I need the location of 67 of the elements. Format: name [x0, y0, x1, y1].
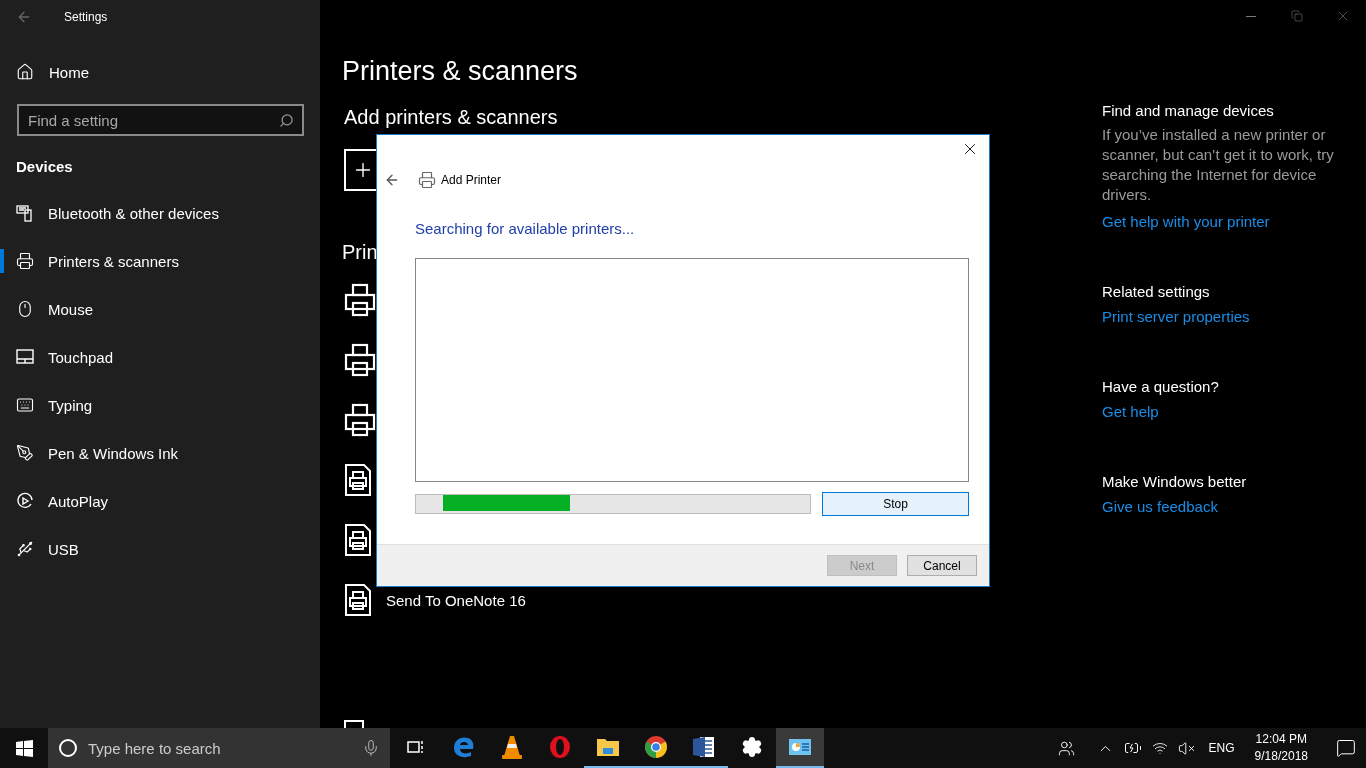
- windows-logo-icon: [15, 739, 33, 757]
- section-heading: Prin: [342, 241, 379, 264]
- restore-icon: [1291, 10, 1303, 22]
- nav-item[interactable]: Mouse: [0, 285, 320, 333]
- nav-item[interactable]: Touchpad: [0, 333, 320, 381]
- help-link[interactable]: Print server properties: [1102, 308, 1250, 325]
- help-link[interactable]: Get help: [1102, 403, 1159, 420]
- document-printer-icon: [344, 523, 372, 557]
- people-icon[interactable]: [1057, 739, 1075, 757]
- circle-icon: [58, 738, 78, 758]
- nav-item[interactable]: USB: [0, 525, 320, 573]
- window-title: Settings: [64, 10, 108, 24]
- home-link[interactable]: Home: [0, 34, 320, 90]
- nav-item[interactable]: Bluetooth & other devices: [0, 189, 320, 237]
- language-indicator[interactable]: ENG: [1208, 741, 1235, 755]
- touchpad-icon: [16, 349, 34, 365]
- usb-icon: [16, 540, 34, 558]
- related-heading: Make Windows better: [1102, 473, 1248, 490]
- task-view-icon: [407, 739, 425, 755]
- related-heading: Related settings: [1102, 283, 1211, 300]
- printer-icon: [16, 252, 34, 270]
- section-heading: Add printers & scanners: [344, 106, 559, 129]
- traffic-cone-icon[interactable]: [500, 734, 524, 760]
- notification-icon[interactable]: [1336, 738, 1356, 758]
- help-text: If you’ve installed a new printer or scanner, but can’t get it to work, try searching the Internet for device drivers.: [1102, 125, 1335, 205]
- related-heading: Find and manage devices: [1102, 102, 1275, 119]
- nav-item[interactable]: Pen & Windows Ink: [0, 429, 320, 477]
- microphone-icon[interactable]: [362, 739, 380, 757]
- nav-item[interactable]: Printers & scanners: [0, 237, 320, 285]
- printer-icon: [418, 171, 436, 189]
- section-heading: Devices: [15, 157, 74, 177]
- mouse-icon: [16, 300, 34, 318]
- keyboard-phone-icon: [16, 204, 34, 222]
- muted-volume-icon[interactable]: [1177, 739, 1195, 757]
- pen-icon: [16, 444, 34, 462]
- search-icon: [279, 112, 294, 128]
- wifi-icon[interactable]: [1151, 740, 1168, 756]
- home-icon: [16, 63, 34, 81]
- printer-name[interactable]: Send To OneNote 16: [386, 591, 526, 609]
- help-link[interactable]: Give us feedback: [1102, 498, 1218, 515]
- related-heading: Have a question?: [1102, 378, 1220, 395]
- clock[interactable]: 12:04 PM 9/18/2018: [1254, 731, 1308, 765]
- browser-e-icon[interactable]: [452, 735, 476, 759]
- back-icon[interactable]: [384, 172, 400, 188]
- settings-icon[interactable]: [741, 736, 763, 758]
- round-browser-icon[interactable]: [644, 735, 668, 759]
- stop-button[interactable]: Stop: [822, 492, 969, 516]
- taskbar-search-field[interactable]: Type here to search: [48, 728, 390, 768]
- dialog-button[interactable]: Cancel: [907, 555, 977, 576]
- document-printer-icon: [344, 463, 372, 497]
- search-field[interactable]: Find a setting: [17, 104, 304, 136]
- dialog-title: Add Printer: [441, 173, 502, 187]
- back-icon[interactable]: [16, 9, 32, 25]
- ring-o-icon[interactable]: [549, 735, 571, 759]
- help-link[interactable]: Get help with your printer: [1102, 213, 1270, 230]
- document-printer-icon: [344, 583, 372, 617]
- nav-item[interactable]: AutoPlay: [0, 477, 320, 525]
- nav-item[interactable]: Typing: [0, 381, 320, 429]
- autoplay-icon: [16, 492, 34, 510]
- minimize-icon: [1246, 15, 1256, 17]
- page-title: Printers & scanners: [342, 56, 579, 87]
- folder-icon[interactable]: [596, 736, 620, 758]
- dialog-heading: Searching for available printers...: [415, 220, 636, 237]
- document-w-icon[interactable]: [692, 735, 716, 759]
- control-panel-icon[interactable]: [788, 737, 812, 757]
- taskbar-app[interactable]: [776, 728, 824, 768]
- keyboard-icon: [16, 396, 34, 414]
